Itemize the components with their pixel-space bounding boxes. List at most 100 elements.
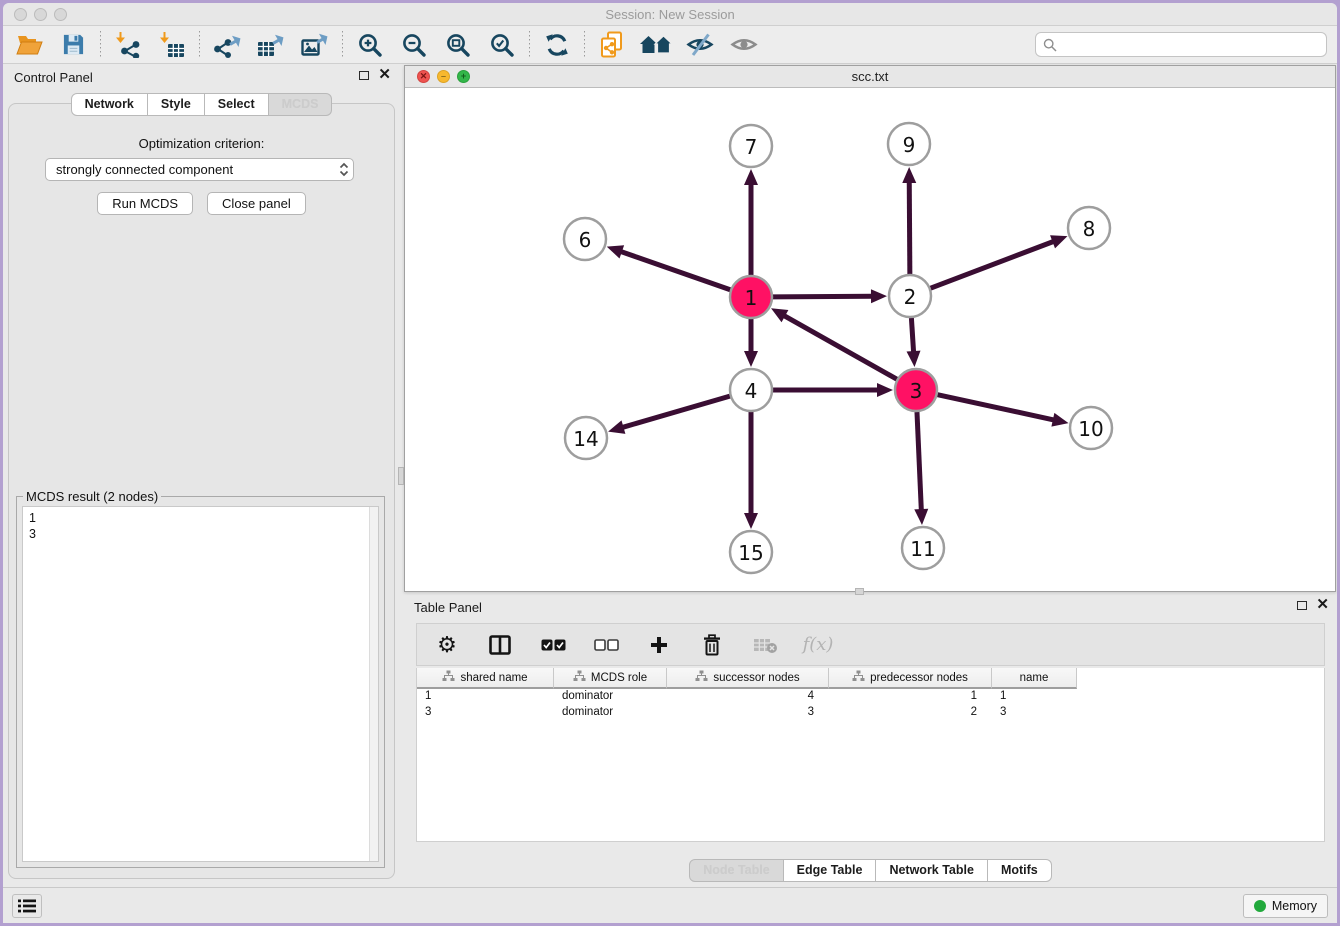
export-image-icon[interactable] — [299, 30, 331, 60]
run-mcds-button[interactable]: Run MCDS — [97, 192, 193, 215]
status-bar: Memory — [3, 887, 1337, 923]
save-session-icon[interactable] — [57, 30, 89, 60]
delete-icon[interactable] — [699, 630, 725, 660]
edge-arrowhead — [744, 513, 758, 529]
table-tab-network-table[interactable]: Network Table — [876, 859, 988, 882]
column-header-successor-nodes[interactable]: successor nodes — [667, 668, 829, 689]
column-header-mcds-role[interactable]: MCDS role — [554, 668, 667, 689]
search-field[interactable] — [1035, 32, 1327, 57]
open-session-icon[interactable] — [13, 30, 45, 60]
table-row[interactable]: 3dominator323 — [417, 705, 1324, 721]
zoom-selected-icon[interactable] — [486, 30, 518, 60]
apply-layout-icon[interactable] — [541, 30, 573, 60]
edge-arrowhead — [607, 245, 624, 258]
task-history-button[interactable] — [12, 894, 42, 918]
edge-arrowhead — [744, 351, 758, 367]
float-table-panel-icon[interactable] — [1297, 601, 1307, 610]
toolbar-separator — [584, 31, 585, 59]
search-input[interactable] — [1057, 38, 1319, 52]
splitter-handle-vertical[interactable] — [398, 467, 404, 485]
edge-3-11[interactable] — [917, 412, 921, 511]
table-tabs: Node TableEdge TableNetwork TableMotifs — [404, 859, 1337, 882]
window-title: Session: New Session — [3, 7, 1337, 22]
table-cell-shared-name[interactable]: 1 — [417, 689, 554, 705]
table-tab-node-table[interactable]: Node Table — [689, 859, 783, 882]
tab-mcds[interactable]: MCDS — [269, 93, 333, 116]
table-cell-predecessor-nodes[interactable]: 1 — [829, 689, 992, 705]
mcds-result-title: MCDS result (2 nodes) — [23, 489, 161, 504]
first-neighbors-icon[interactable] — [640, 30, 672, 60]
edge-1-6[interactable] — [620, 251, 730, 290]
memory-button[interactable]: Memory — [1243, 894, 1328, 918]
edge-4-14[interactable] — [622, 396, 730, 428]
graph-node-label-6: 6 — [579, 228, 592, 252]
main-toolbar — [3, 26, 1337, 64]
graph-node-label-8: 8 — [1083, 217, 1096, 241]
table-cell-mcds-role[interactable]: dominator — [554, 689, 667, 705]
network-title: scc.txt — [405, 69, 1335, 84]
table-tab-edge-table[interactable]: Edge Table — [784, 859, 877, 882]
edge-arrowhead — [914, 509, 928, 525]
table-cell-mcds-role[interactable]: dominator — [554, 705, 667, 721]
split-view-icon[interactable] — [487, 630, 513, 660]
mcds-result-box: MCDS result (2 nodes) 1 3 — [16, 496, 385, 868]
table-panel: Table Panel ✕ ⚙ — [404, 595, 1337, 885]
hierarchy-icon — [573, 670, 586, 685]
edge-3-1[interactable] — [783, 315, 897, 379]
table-cell-successor-nodes[interactable]: 4 — [667, 689, 829, 705]
column-header-name[interactable]: name — [992, 668, 1077, 689]
graph-node-label-7: 7 — [745, 135, 758, 159]
criterion-value: strongly connected component — [56, 162, 233, 177]
table-cell-name[interactable]: 3 — [992, 705, 1077, 721]
column-header-predecessor-nodes[interactable]: predecessor nodes — [829, 668, 992, 689]
export-table-icon[interactable] — [255, 30, 287, 60]
zoom-in-icon[interactable] — [354, 30, 386, 60]
import-network-icon[interactable] — [112, 30, 144, 60]
tab-style[interactable]: Style — [148, 93, 205, 116]
graph-node-label-14: 14 — [573, 427, 598, 451]
splitter-handle-horizontal[interactable] — [855, 588, 864, 595]
mcds-result-text-area[interactable]: 1 3 — [22, 506, 379, 862]
close-table-panel-icon[interactable]: ✕ — [1316, 600, 1329, 610]
export-network-icon[interactable] — [211, 30, 243, 60]
graph-node-label-11: 11 — [910, 537, 935, 561]
tab-select[interactable]: Select — [205, 93, 269, 116]
float-panel-icon[interactable] — [359, 71, 369, 80]
zoom-fit-icon[interactable] — [442, 30, 474, 60]
edge-2-8[interactable] — [931, 241, 1055, 288]
select-all-columns-icon[interactable] — [540, 630, 566, 660]
table-row[interactable]: 1dominator411 — [417, 689, 1324, 705]
main-titlebar: Session: New Session — [3, 3, 1337, 26]
network-canvas[interactable]: 7968124314101511 — [405, 88, 1335, 591]
edge-2-9[interactable] — [909, 181, 910, 274]
table-tab-motifs[interactable]: Motifs — [988, 859, 1052, 882]
edge-1-2[interactable] — [773, 296, 873, 297]
table-cell-shared-name[interactable]: 3 — [417, 705, 554, 721]
table-cell-successor-nodes[interactable]: 3 — [667, 705, 829, 721]
column-header-shared-name[interactable]: shared name — [417, 668, 554, 689]
table-settings-icon[interactable]: ⚙ — [434, 630, 460, 660]
edge-3-10[interactable] — [937, 395, 1054, 420]
hide-selected-icon[interactable] — [684, 30, 716, 60]
result-scrollbar[interactable] — [369, 507, 378, 861]
import-table-icon[interactable] — [156, 30, 188, 60]
edge-2-3[interactable] — [911, 318, 913, 353]
table-cell-name[interactable]: 1 — [992, 689, 1077, 705]
tab-network[interactable]: Network — [71, 93, 148, 116]
edge-arrowhead — [1050, 235, 1067, 248]
clone-network-icon[interactable] — [596, 30, 628, 60]
graph-node-label-1: 1 — [745, 286, 758, 310]
network-graph[interactable]: 7968124314101511 — [405, 88, 1335, 591]
zoom-out-icon[interactable] — [398, 30, 430, 60]
table-cell-predecessor-nodes[interactable]: 2 — [829, 705, 992, 721]
mcds-result-values: 1 3 — [23, 507, 378, 545]
network-window-titlebar[interactable]: ✕ – + scc.txt — [405, 66, 1335, 88]
deselect-all-columns-icon[interactable] — [593, 630, 619, 660]
criterion-dropdown[interactable]: strongly connected component — [45, 158, 354, 181]
add-icon[interactable] — [646, 630, 672, 660]
toolbar-separator — [529, 31, 530, 59]
table-header-row: shared nameMCDS rolesuccessor nodesprede… — [417, 668, 1324, 689]
close-panel-icon[interactable]: ✕ — [378, 70, 391, 80]
close-panel-button[interactable]: Close panel — [207, 192, 306, 215]
show-all-icon[interactable] — [728, 30, 760, 60]
